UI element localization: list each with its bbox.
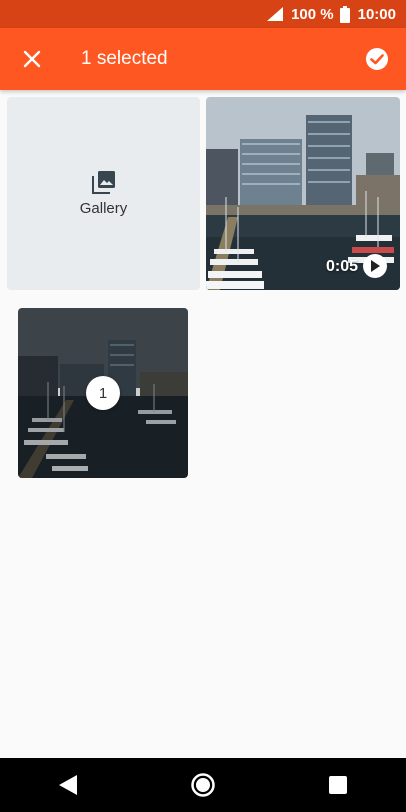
selection-order-badge: 1 xyxy=(86,376,120,410)
check-circle-icon xyxy=(366,48,388,70)
gallery-icon xyxy=(91,171,115,194)
play-icon xyxy=(363,254,387,278)
close-icon xyxy=(23,50,41,68)
navigation-bar xyxy=(0,758,406,812)
gallery-tile[interactable]: Gallery xyxy=(7,97,200,290)
app-bar: 1 selected xyxy=(0,28,406,90)
video-thumbnail[interactable]: 0:05 xyxy=(206,97,400,290)
status-bar: 100 % 10:00 xyxy=(0,0,406,28)
close-button[interactable] xyxy=(0,28,64,90)
back-button[interactable] xyxy=(38,758,98,812)
home-icon xyxy=(191,773,215,797)
recents-button[interactable] xyxy=(308,758,368,812)
selected-image-thumbnail[interactable]: 1 xyxy=(18,308,188,478)
home-button[interactable] xyxy=(173,758,233,812)
video-duration: 0:05 xyxy=(325,258,358,275)
clock: 10:00 xyxy=(357,5,396,23)
recents-icon xyxy=(329,776,348,794)
signal-icon xyxy=(267,7,284,21)
gallery-label: Gallery xyxy=(79,200,128,217)
confirm-button[interactable] xyxy=(348,28,406,90)
selection-count-title: 1 selected xyxy=(81,48,168,69)
back-icon xyxy=(58,775,77,795)
battery-percent: 100 % xyxy=(291,5,334,23)
battery-icon xyxy=(339,5,350,23)
